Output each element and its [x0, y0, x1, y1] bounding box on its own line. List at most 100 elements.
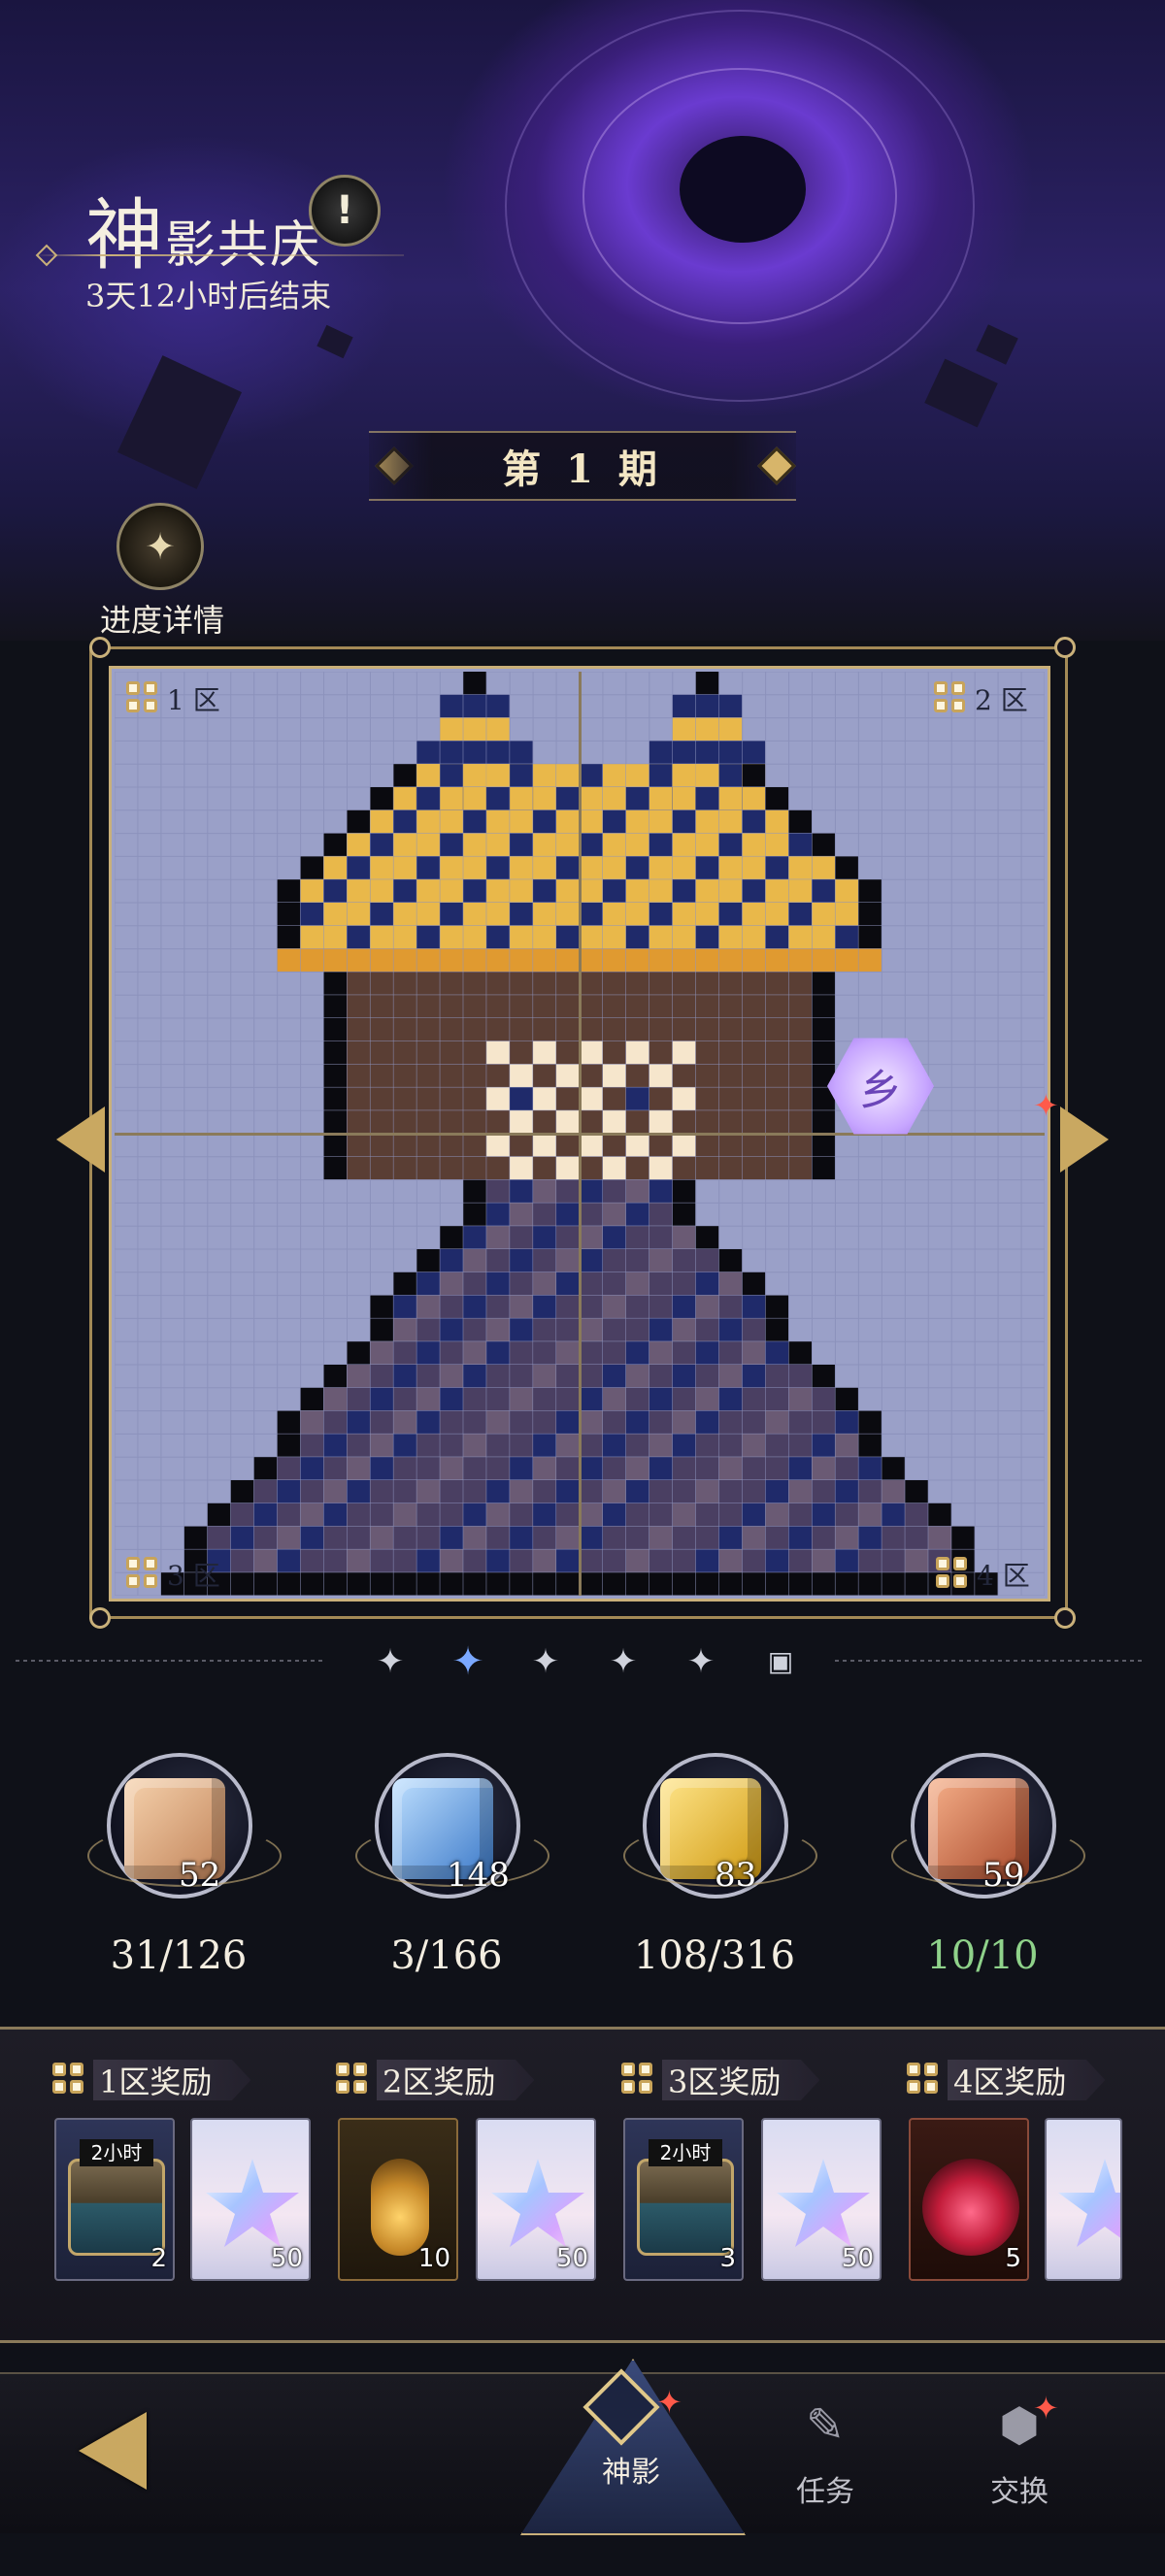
- pixel-cell: [556, 1064, 580, 1087]
- cube-gold[interactable]: 83 108/316: [617, 1753, 817, 1986]
- board-right-arrow-icon[interactable]: [1060, 1106, 1109, 1172]
- pixel-cell: [835, 1503, 858, 1527]
- pixel-cell: [580, 1503, 603, 1527]
- duration-badge: 2小时: [80, 2139, 153, 2166]
- golden-wand-icon: [371, 2159, 429, 2256]
- pixel-cell: [765, 995, 789, 1018]
- pixel-cell: [323, 1387, 347, 1411]
- pixel-cell: [370, 787, 393, 810]
- zone-reward-header-3[interactable]: 3区奖励: [621, 2056, 820, 2104]
- pixel-cell: [393, 1480, 416, 1503]
- pixel-cell: [393, 1365, 416, 1388]
- reward-item-star[interactable]: [1045, 2118, 1122, 2281]
- pixel-cell: [765, 1572, 789, 1596]
- pixel-cell: [625, 1434, 649, 1457]
- reward-item-chest[interactable]: 2小时 2: [54, 2118, 175, 2281]
- pixel-cell: [672, 1249, 696, 1272]
- pixel-cell: [695, 1503, 719, 1527]
- info-button[interactable]: !: [309, 175, 381, 247]
- pixel-cell: [277, 1410, 301, 1434]
- pixel-cell: [556, 1087, 580, 1110]
- pixel-cell: [812, 1156, 835, 1180]
- reward-item-star[interactable]: 50: [761, 2118, 882, 2281]
- zone-reward-header-2[interactable]: 2区奖励: [336, 2056, 535, 2104]
- tab-tasks[interactable]: ✎ 任务: [748, 2392, 903, 2527]
- zone-label-text: 1 区: [167, 684, 220, 716]
- zone-reward-header-4[interactable]: 4区奖励: [907, 2056, 1106, 2104]
- pixel-cell: [835, 1410, 858, 1434]
- stage-star-icon[interactable]: ✦: [524, 1640, 567, 1683]
- pixel-cell: [463, 903, 486, 926]
- pixel-cell: [672, 1040, 696, 1065]
- tab-shenying[interactable]: 神影: [553, 2440, 709, 2576]
- pixel-cell: [510, 741, 533, 764]
- back-button[interactable]: [54, 2397, 171, 2504]
- tab-exchange[interactable]: ⬢ 交换: [942, 2392, 1097, 2527]
- board-corner-ornament: [1054, 1607, 1076, 1629]
- pixel-cell: [765, 1295, 789, 1318]
- pixel-cell: [788, 809, 812, 834]
- pixel-cell: [788, 1156, 812, 1180]
- pixel-cell: [510, 1134, 533, 1157]
- pixel-cell: [812, 1457, 835, 1480]
- pixel-cell: [742, 1410, 766, 1434]
- pixel-cell: [416, 1341, 440, 1365]
- cube-blue[interactable]: 148 3/166: [350, 1753, 549, 1986]
- pixel-cell: [277, 1457, 301, 1480]
- pixel-cell: [672, 948, 696, 972]
- progress-detail-button[interactable]: ✦ 进度详情: [99, 503, 225, 639]
- pixel-cell: [463, 1457, 486, 1480]
- pixel-cell: [486, 1526, 510, 1549]
- reward-item-chest[interactable]: 2小时 3: [623, 2118, 744, 2281]
- pixel-cell: [788, 1480, 812, 1503]
- ruby-staff-icon: [922, 2159, 1019, 2256]
- cube-peach[interactable]: 52 31/126: [82, 1753, 282, 1986]
- pixel-cell: [533, 1271, 556, 1296]
- pixel-cell: [370, 1526, 393, 1549]
- pixel-cell: [486, 1410, 510, 1434]
- pixel-cell: [718, 741, 743, 764]
- pixel-cell: [370, 948, 393, 972]
- pixel-cell: [393, 1341, 416, 1365]
- pixel-cell: [416, 1480, 440, 1503]
- stage-star-active-icon[interactable]: ✦: [447, 1640, 489, 1683]
- pixel-cell: [882, 1457, 905, 1480]
- pixel-cell: [672, 694, 696, 718]
- stage-chest-icon[interactable]: ▣: [759, 1640, 802, 1683]
- pixel-cell: [347, 903, 370, 926]
- pixel-cell: [416, 995, 440, 1018]
- stage-star-icon[interactable]: ✦: [602, 1640, 645, 1683]
- cube-copper[interactable]: 59 10/10: [885, 1753, 1085, 1986]
- pixel-cell: [905, 1503, 928, 1527]
- reward-item-star[interactable]: 50: [190, 2118, 311, 2281]
- reward-item-staff[interactable]: 5: [909, 2118, 1029, 2281]
- pixel-cell: [323, 1064, 347, 1087]
- pixel-cell: [533, 1318, 556, 1341]
- pixel-cell: [533, 1480, 556, 1503]
- pixel-cell: [835, 1457, 858, 1480]
- crystal-star-icon: [1058, 2159, 1120, 2247]
- pixel-cell: [742, 1040, 766, 1065]
- pixel-cell: [718, 1434, 743, 1457]
- reward-item-wand[interactable]: 10: [338, 2118, 458, 2281]
- zone-reward-header-1[interactable]: 1区奖励: [52, 2056, 251, 2104]
- stage-star-icon[interactable]: ✦: [680, 1640, 722, 1683]
- pixel-cell: [672, 1457, 696, 1480]
- pixel-cell: [393, 809, 416, 834]
- reward-item-star[interactable]: 50: [476, 2118, 596, 2281]
- cube-progress: 3/166: [390, 1933, 503, 1978]
- pixel-cell: [486, 1087, 510, 1110]
- pixel-cell: [393, 1156, 416, 1180]
- pixel-cell: [765, 1341, 789, 1365]
- pixel-cell: [486, 1271, 510, 1296]
- pixel-cell: [510, 856, 533, 879]
- pixel-cell: [510, 1549, 533, 1572]
- pixel-cell: [416, 741, 440, 764]
- pixel-cell: [695, 672, 719, 695]
- pixel-cell: [835, 925, 858, 949]
- pixel-cell: [765, 879, 789, 903]
- pixel-cell: [788, 948, 812, 972]
- pixel-cell: [625, 995, 649, 1018]
- stage-star-icon[interactable]: ✦: [369, 1640, 412, 1683]
- board-left-arrow-icon[interactable]: [56, 1106, 105, 1172]
